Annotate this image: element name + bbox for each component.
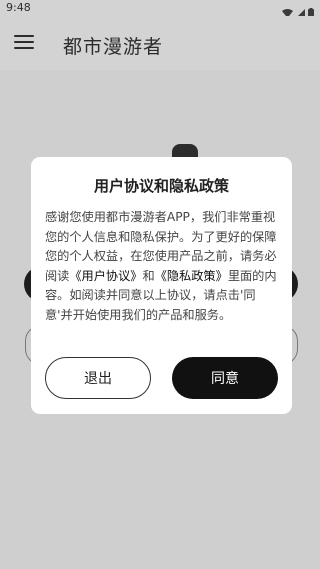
user-agreement-link[interactable]: 《用户协议》 xyxy=(69,269,142,283)
privacy-policy-link[interactable]: 《隐私政策》 xyxy=(155,269,228,283)
exit-button[interactable]: 退出 xyxy=(45,357,151,399)
dialog-button-row: 退出 同意 xyxy=(45,357,278,399)
agree-button[interactable]: 同意 xyxy=(172,357,278,399)
dialog-body: 感谢您使用都市漫游者APP，我们非常重视您的个人信息和隐私保护。为了更好的保障您… xyxy=(45,208,278,325)
privacy-dialog: 用户协议和隐私政策 感谢您使用都市漫游者APP，我们非常重视您的个人信息和隐私保… xyxy=(31,157,292,414)
dialog-title: 用户协议和隐私政策 xyxy=(93,177,229,195)
dialog-body-and: 和 xyxy=(142,268,155,283)
